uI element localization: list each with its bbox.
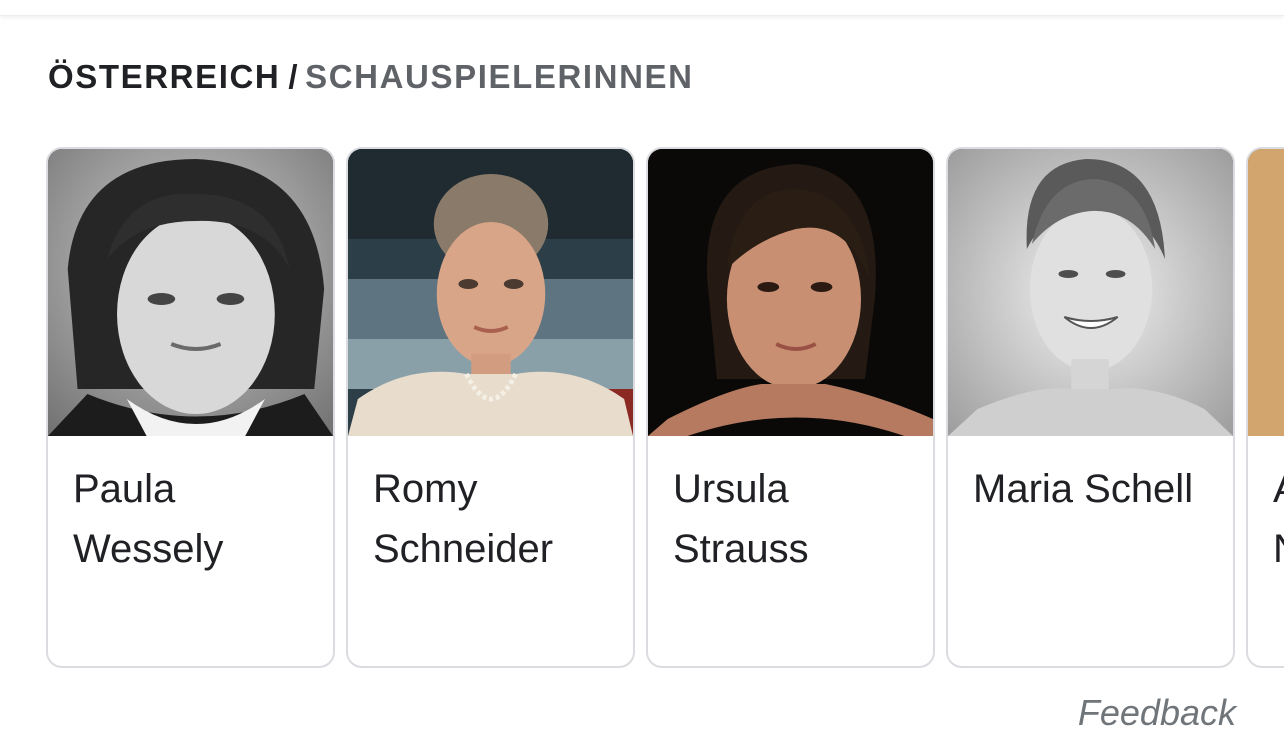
actress-name-line: Strauss	[673, 527, 809, 571]
actress-card[interactable]: Maria Schell	[946, 147, 1235, 668]
actress-card[interactable]: Paula Wessely	[46, 147, 335, 668]
actress-photo	[348, 149, 633, 436]
actress-name-line: N	[1273, 519, 1284, 579]
actress-photo	[948, 149, 1233, 436]
actress-photo	[648, 149, 933, 436]
actress-card[interactable]: A N	[1246, 147, 1284, 668]
actress-name[interactable]: Ursula Strauss	[673, 459, 918, 579]
actress-name-line: Schneider	[373, 527, 554, 571]
actress-name[interactable]: A N	[1273, 459, 1284, 579]
actress-name-line: Ursula	[673, 467, 789, 511]
actress-photo	[48, 149, 333, 436]
feedback-link[interactable]: Feedback	[1078, 692, 1236, 734]
actress-name-line: Wessely	[73, 527, 224, 571]
actress-card[interactable]: Ursula Strauss	[646, 147, 935, 668]
top-divider	[0, 0, 1284, 16]
actress-name[interactable]: Romy Schneider	[373, 459, 618, 579]
actress-name[interactable]: Maria Schell	[973, 459, 1218, 519]
heading-separator: /	[288, 58, 300, 95]
actress-name-line: A	[1273, 459, 1284, 519]
heading-country[interactable]: ÖSTERREICH	[48, 58, 280, 95]
breadcrumb-heading: ÖSTERREICH / SCHAUSPIELERINNEN	[48, 58, 694, 96]
actress-name-line: Maria Schell	[973, 467, 1194, 511]
actress-card[interactable]: Romy Schneider	[346, 147, 635, 668]
actress-name[interactable]: Paula Wessely	[73, 459, 318, 579]
heading-category: SCHAUSPIELERINNEN	[305, 58, 694, 95]
actress-carousel[interactable]: Paula Wessely Romy Schneider Ursula Stra…	[46, 147, 1284, 669]
actress-photo	[1248, 149, 1284, 436]
actress-name-line: Romy	[373, 467, 478, 511]
actress-name-line: Paula	[73, 467, 176, 511]
